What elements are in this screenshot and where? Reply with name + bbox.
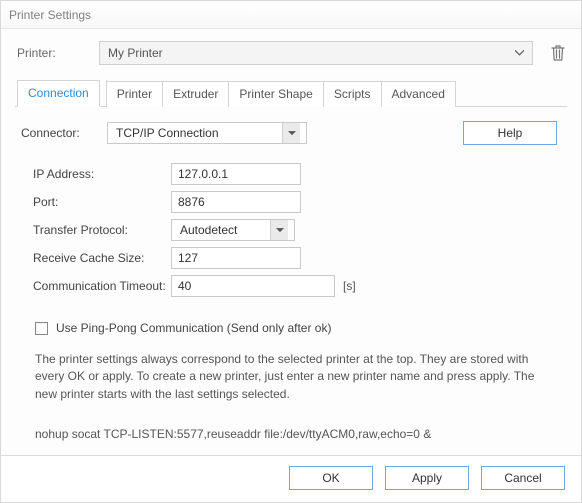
tab-bar: Connection Printer Extruder Printer Shap… — [15, 79, 567, 107]
port-row: Port: — [21, 191, 561, 213]
help-button[interactable]: Help — [463, 121, 557, 145]
window-title: Printer Settings — [1, 1, 581, 29]
ip-label: IP Address: — [21, 167, 171, 181]
ip-input[interactable] — [171, 163, 301, 185]
timeout-row: Communication Timeout: [s] — [21, 275, 561, 297]
port-label: Port: — [21, 195, 171, 209]
trash-icon — [551, 45, 565, 61]
protocol-label: Transfer Protocol: — [21, 223, 171, 237]
cache-input[interactable] — [171, 247, 301, 269]
description-text: The printer settings always correspond t… — [21, 339, 561, 409]
ip-row: IP Address: — [21, 163, 561, 185]
chevron-down-icon — [270, 220, 288, 240]
chevron-down-icon — [515, 50, 524, 56]
connector-row: Connector: TCP/IP Connection Help — [21, 121, 561, 145]
cancel-button[interactable]: Cancel — [481, 466, 565, 490]
chevron-down-icon — [282, 123, 300, 143]
tab-printer[interactable]: Printer — [107, 81, 163, 107]
cache-label: Receive Cache Size: — [21, 251, 171, 265]
command-text: nohup socat TCP-LISTEN:5577,reuseaddr fi… — [21, 409, 561, 445]
printer-select-row: Printer: My Printer — [15, 39, 567, 69]
protocol-row: Transfer Protocol: Autodetect — [21, 219, 561, 241]
pingpong-checkbox[interactable] — [35, 322, 48, 335]
connector-select-value: TCP/IP Connection — [116, 126, 219, 140]
printer-settings-window: Printer Settings Printer: My Printer Con… — [0, 0, 582, 503]
timeout-unit: [s] — [343, 279, 356, 293]
dialog-footer: OK Apply Cancel — [1, 455, 581, 502]
protocol-select-value: Autodetect — [180, 223, 237, 237]
tab-printer-shape[interactable]: Printer Shape — [229, 81, 323, 107]
pingpong-row: Use Ping-Pong Communication (Send only a… — [21, 303, 561, 339]
delete-printer-button[interactable] — [549, 43, 567, 63]
tab-connection[interactable]: Connection — [17, 80, 100, 107]
window-body: Printer: My Printer Connection Printer E… — [1, 29, 581, 455]
printer-select[interactable]: My Printer — [99, 41, 533, 65]
tab-extruder[interactable]: Extruder — [163, 81, 229, 107]
ok-button[interactable]: OK — [289, 466, 373, 490]
connection-panel: Connector: TCP/IP Connection Help IP Add… — [15, 107, 567, 451]
timeout-label: Communication Timeout: — [21, 279, 171, 293]
tab-advanced[interactable]: Advanced — [382, 81, 456, 107]
tab-scripts[interactable]: Scripts — [324, 81, 382, 107]
connector-select[interactable]: TCP/IP Connection — [107, 122, 307, 144]
port-input[interactable] — [171, 191, 301, 213]
timeout-input[interactable] — [171, 275, 335, 297]
connector-label: Connector: — [21, 126, 107, 140]
printer-label: Printer: — [15, 46, 89, 60]
printer-select-value: My Printer — [108, 46, 163, 60]
cache-row: Receive Cache Size: — [21, 247, 561, 269]
pingpong-label: Use Ping-Pong Communication (Send only a… — [56, 321, 331, 335]
apply-button[interactable]: Apply — [385, 466, 469, 490]
protocol-select[interactable]: Autodetect — [171, 219, 295, 241]
